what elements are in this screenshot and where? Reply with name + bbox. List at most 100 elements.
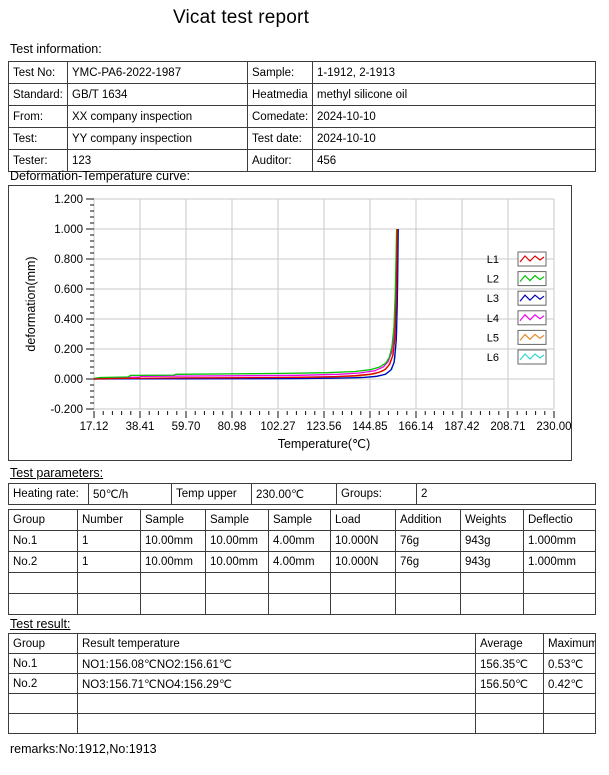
- param-cell: [461, 594, 524, 615]
- param-cell: 10.00mm: [141, 552, 206, 573]
- column-header: Sample: [269, 510, 331, 531]
- section-label-test-information: Test information:: [10, 42, 102, 56]
- section-label-test-parameters: Test parameters:: [10, 466, 103, 480]
- chart-panel: 1.2001.0000.8000.6000.4000.2000.000-0.20…: [8, 185, 572, 461]
- x-tick-label: 187.42: [444, 421, 479, 433]
- column-header: Load: [331, 510, 396, 531]
- y-tick-label: -0.200: [50, 404, 83, 416]
- param-cell: [524, 594, 596, 615]
- info-value: 2024-10-10: [313, 128, 596, 150]
- deformation-chart-svg: 1.2001.0000.8000.6000.4000.2000.000-0.20…: [9, 186, 571, 458]
- param-cell: 1.000mm: [524, 552, 596, 573]
- result-cell: 0.42℃: [544, 674, 596, 694]
- table-row: [9, 694, 596, 714]
- result-cell: [78, 694, 476, 714]
- param-cell: 1: [78, 531, 141, 552]
- param-cell: [78, 594, 141, 615]
- param-cell: [78, 573, 141, 594]
- info-value: GB/T 1634: [68, 84, 248, 106]
- column-header: Group: [9, 634, 78, 654]
- result-cell: No.2: [9, 674, 78, 694]
- x-tick-label: 102.27: [260, 421, 295, 433]
- y-tick-label: 0.600: [54, 284, 83, 296]
- table-header-row: Group Result temperature Average Maximum: [9, 634, 596, 654]
- heating-rate-table: Heating rate: 50℃/h Temp upper 230.00℃ G…: [8, 483, 596, 505]
- param-cell: [269, 594, 331, 615]
- temp-upper-label: Temp upper: [172, 484, 252, 505]
- result-cell: 0.53℃: [544, 654, 596, 674]
- column-header: Weights: [461, 510, 524, 531]
- result-cell: [476, 694, 544, 714]
- y-tick-label: 0.800: [54, 254, 83, 266]
- column-header: Average: [476, 634, 544, 654]
- column-header: Sample: [141, 510, 206, 531]
- param-cell: 76g: [396, 531, 461, 552]
- groups-label: Groups:: [337, 484, 417, 505]
- param-cell: [396, 573, 461, 594]
- x-tick-label: 38.41: [126, 421, 155, 433]
- info-label: Auditor:: [248, 150, 313, 172]
- param-cell: No.1: [9, 531, 78, 552]
- y-axis-title: deformation(mm): [24, 256, 38, 351]
- report-page: Vicat test report Test information: Test…: [0, 0, 609, 775]
- page-title: Vicat test report: [0, 7, 482, 29]
- param-cell: [331, 573, 396, 594]
- result-cell: [9, 714, 78, 734]
- groups-value: 2: [417, 484, 596, 505]
- x-tick-label: 80.98: [218, 421, 247, 433]
- info-label: Sample:: [248, 62, 313, 84]
- result-cell: [544, 694, 596, 714]
- table-row: Standard: GB/T 1634 Heatmedia methyl sil…: [9, 84, 596, 106]
- info-label: Standard:: [9, 84, 68, 106]
- param-cell: 10.000N: [331, 552, 396, 573]
- column-header: Number: [78, 510, 141, 531]
- section-label-test-result: Test result:: [10, 617, 70, 631]
- result-cell: No.1: [9, 654, 78, 674]
- param-cell: [9, 573, 78, 594]
- info-label: Test:: [9, 128, 68, 150]
- info-value: YMC-PA6-2022-1987: [68, 62, 248, 84]
- x-tick-label: 123.56: [306, 421, 341, 433]
- param-cell: [396, 594, 461, 615]
- table-row: No.1 NO1:156.08℃NO2:156.61℃ 156.35℃ 0.53…: [9, 654, 596, 674]
- table-row: From: XX company inspection Comedate: 20…: [9, 106, 596, 128]
- x-tick-label: 17.12: [80, 421, 109, 433]
- param-cell: 76g: [396, 552, 461, 573]
- info-label: From:: [9, 106, 68, 128]
- heating-rate-label: Heating rate:: [9, 484, 89, 505]
- table-row: Test No: YMC-PA6-2022-1987 Sample: 1-191…: [9, 62, 596, 84]
- column-header: Deflectio: [524, 510, 596, 531]
- curve-L4: [94, 229, 397, 379]
- test-result-table: Group Result temperature Average Maximum…: [8, 633, 596, 734]
- param-cell: 943g: [461, 552, 524, 573]
- section-label-curve: Deformation-Temperature curve:: [10, 169, 190, 183]
- column-header: Group: [9, 510, 78, 531]
- param-cell: [461, 573, 524, 594]
- y-tick-label: 1.200: [54, 194, 83, 206]
- param-cell: [524, 573, 596, 594]
- table-row: Heating rate: 50℃/h Temp upper 230.00℃ G…: [9, 484, 596, 505]
- param-cell: 10.00mm: [206, 531, 269, 552]
- param-cell: [141, 594, 206, 615]
- result-cell: [544, 714, 596, 734]
- result-cell: NO3:156.71℃NO4:156.29℃: [78, 674, 476, 694]
- info-value: 2024-10-10: [313, 106, 596, 128]
- param-cell: [269, 573, 331, 594]
- temp-upper-value: 230.00℃: [252, 484, 337, 505]
- curve-L1: [94, 229, 397, 379]
- column-header: Addition: [396, 510, 461, 531]
- result-cell: [9, 694, 78, 714]
- info-label: Heatmedia: [248, 84, 313, 106]
- column-header: Result temperature: [78, 634, 476, 654]
- param-cell: [9, 594, 78, 615]
- x-axis-title: Temperature(℃): [278, 437, 371, 451]
- info-value: XX company inspection: [68, 106, 248, 128]
- info-value: 1-1912, 2-1913: [313, 62, 596, 84]
- y-tick-label: 0.000: [54, 374, 83, 386]
- legend-label-L2: L2: [487, 274, 499, 286]
- heating-rate-value: 50℃/h: [89, 484, 172, 505]
- param-cell: 10.00mm: [206, 552, 269, 573]
- param-cell: [206, 573, 269, 594]
- param-cell: [141, 573, 206, 594]
- param-cell: 1.000mm: [524, 531, 596, 552]
